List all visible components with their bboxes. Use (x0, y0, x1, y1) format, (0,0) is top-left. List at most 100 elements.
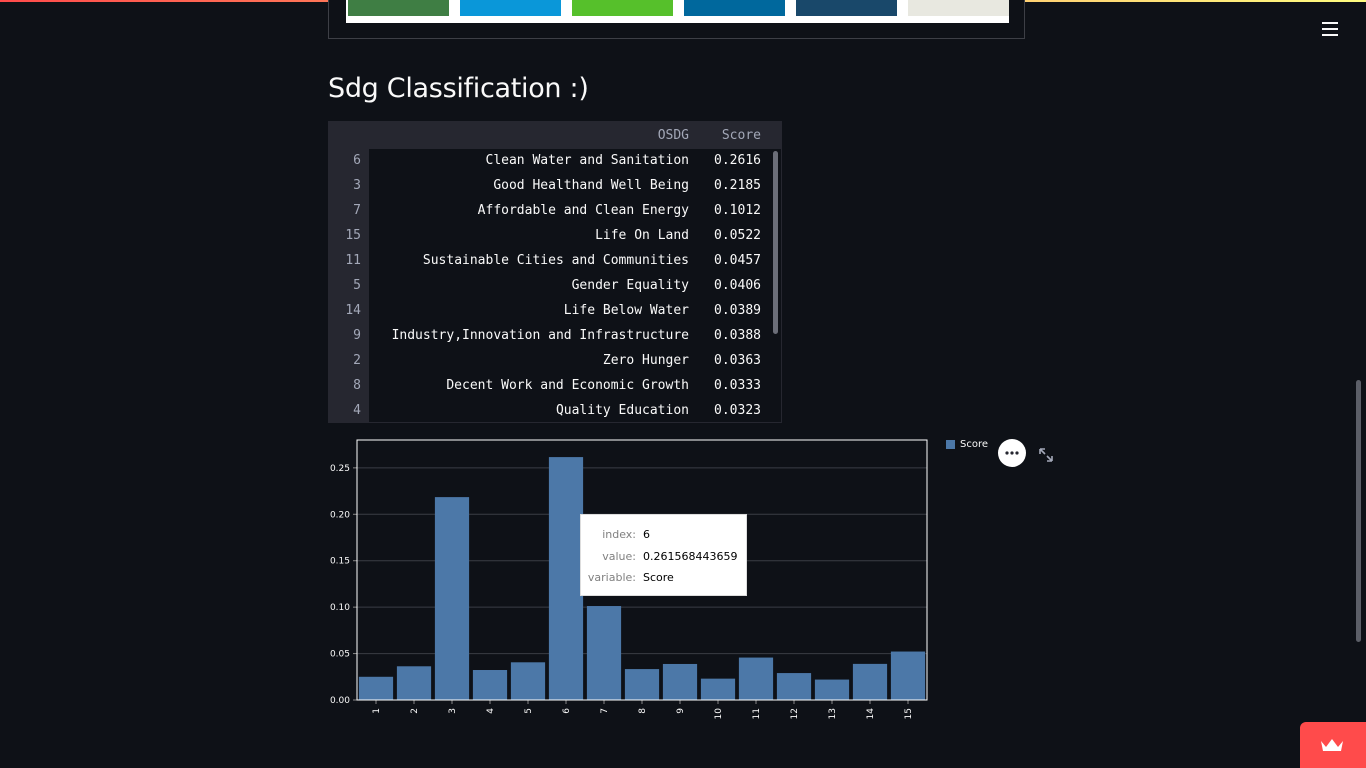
row-osdg-label: Quality Education (555, 403, 689, 418)
y-tick-label: 0.15 (330, 557, 350, 567)
row-score: 0.1012 (714, 203, 761, 218)
row-index: 2 (353, 353, 361, 368)
tooltip-value: 6 (643, 528, 650, 541)
page-scrollbar[interactable] (1356, 380, 1361, 642)
legend-swatch-score (946, 440, 955, 449)
bar-13 (814, 679, 850, 700)
main-menu-button[interactable] (1317, 18, 1343, 40)
x-tick-label: 10 (714, 708, 724, 720)
chart-tooltip: index: 6 value: 0.261568443659 variable: Scor… (580, 514, 747, 596)
x-tick-label: 1 (372, 708, 382, 714)
row-osdg-label: Life On Land (595, 228, 689, 243)
row-index: 14 (345, 303, 361, 318)
table-row[interactable]: 6 Clean Water and Sanitation 0.2616 (329, 149, 781, 174)
bar-10 (700, 678, 736, 700)
x-tick-label: 7 (600, 708, 610, 714)
legend-label-score: Score (960, 439, 989, 450)
row-score: 0.0389 (714, 303, 761, 318)
row-score: 0.0406 (714, 278, 761, 293)
expand-icon (1039, 448, 1053, 462)
chart-legend: Score (946, 439, 988, 450)
row-index: 9 (353, 328, 361, 343)
row-score: 0.0363 (714, 353, 761, 368)
sdg-tile (348, 0, 449, 16)
table-row[interactable]: 3 Good Healthand Well Being 0.2185 (329, 174, 781, 199)
sdg-tile (684, 0, 785, 16)
crown-icon (1321, 739, 1343, 751)
x-tick-label: 11 (752, 708, 762, 719)
table-row[interactable]: 9 Industry,Innovation and Infrastructure 0… (329, 324, 781, 349)
more-horizontal-icon (1005, 451, 1019, 455)
tooltip-key: index: (602, 528, 636, 541)
streamlit-badge[interactable] (1300, 722, 1366, 768)
x-tick-label: 9 (676, 708, 686, 714)
row-index: 6 (353, 153, 361, 168)
table-row[interactable]: 14 Life Below Water 0.0389 (329, 299, 781, 324)
table-row[interactable]: 8 Decent Work and Economic Growth 0.0333 (329, 374, 781, 399)
dataframe-header: OSDG Score (329, 122, 781, 149)
y-tick-label: 0.00 (330, 696, 350, 706)
tooltip-key: variable: (587, 571, 636, 584)
row-osdg-label: Affordable and Clean Energy (477, 203, 689, 218)
bar-8 (624, 669, 660, 700)
sdg-tile (796, 0, 897, 16)
table-row[interactable]: 15 Life On Land 0.0522 (329, 224, 781, 249)
row-index: 5 (353, 278, 361, 293)
row-osdg-label: Gender Equality (571, 278, 689, 293)
chart-more-button[interactable] (998, 439, 1026, 467)
sdg-image-frame (328, 0, 1025, 39)
row-index: 7 (353, 203, 361, 218)
sdg-tile (572, 0, 673, 16)
row-index: 4 (353, 403, 361, 418)
x-tick-label: 5 (524, 708, 534, 714)
x-tick-label: 14 (866, 708, 876, 720)
row-osdg-label: Good Healthand Well Being (493, 178, 689, 193)
x-tick-label: 2 (410, 708, 420, 714)
page-title: Sdg Classification :) (328, 73, 589, 104)
bar-11 (738, 657, 774, 700)
table-row[interactable]: 4 Quality Education 0.0323 (329, 399, 781, 422)
table-row[interactable]: 2 Zero Hunger 0.0363 (329, 349, 781, 374)
row-score: 0.0333 (714, 378, 761, 393)
bar-7 (586, 606, 622, 700)
y-tick-label: 0.20 (330, 510, 350, 520)
x-tick-label: 13 (828, 708, 838, 719)
y-tick-label: 0.05 (330, 650, 350, 660)
row-score: 0.0522 (714, 228, 761, 243)
row-score: 0.0388 (714, 328, 761, 343)
bar-15 (890, 651, 926, 700)
chart-expand-button[interactable] (1036, 445, 1056, 465)
tooltip-key: value: (602, 549, 636, 563)
column-header-score[interactable]: Score (722, 128, 761, 143)
table-row[interactable]: 7 Affordable and Clean Energy 0.1012 (329, 199, 781, 224)
sdg-tile (460, 0, 561, 16)
x-tick-label: 6 (562, 708, 572, 714)
bar-14 (852, 663, 888, 700)
hamburger-icon (1322, 22, 1338, 36)
row-score: 0.2185 (714, 178, 761, 193)
row-osdg-label: Industry,Innovation and Infrastructure (391, 328, 689, 343)
x-tick-label: 8 (638, 708, 648, 714)
column-header-osdg[interactable]: OSDG (658, 128, 689, 143)
sdg-dataframe[interactable]: OSDG Score 6 Clean Water and Sanitation 0.… (328, 121, 782, 423)
row-osdg-label: Life Below Water (563, 303, 689, 318)
row-osdg-label: Sustainable Cities and Communities (422, 253, 689, 268)
bar-9 (662, 663, 698, 700)
row-osdg-label: Clean Water and Sanitation (485, 153, 690, 168)
row-index: 11 (345, 253, 361, 268)
bar-6 (548, 457, 584, 700)
bar-1 (358, 676, 394, 700)
row-osdg-label: Zero Hunger (602, 353, 689, 368)
row-score: 0.2616 (714, 153, 761, 168)
table-row[interactable]: 11 Sustainable Cities and Communities 0.04… (329, 249, 781, 274)
sdg-tile (908, 0, 1009, 16)
x-tick-label: 4 (486, 708, 496, 714)
y-tick-label: 0.25 (330, 464, 350, 474)
table-row[interactable]: 5 Gender Equality 0.0406 (329, 274, 781, 299)
row-index: 8 (353, 378, 361, 393)
bar-4 (472, 670, 508, 700)
x-tick-label: 3 (448, 708, 458, 714)
bar-2 (396, 666, 432, 700)
tooltip-value: Score (643, 571, 674, 584)
dataframe-scrollbar[interactable] (773, 151, 778, 334)
